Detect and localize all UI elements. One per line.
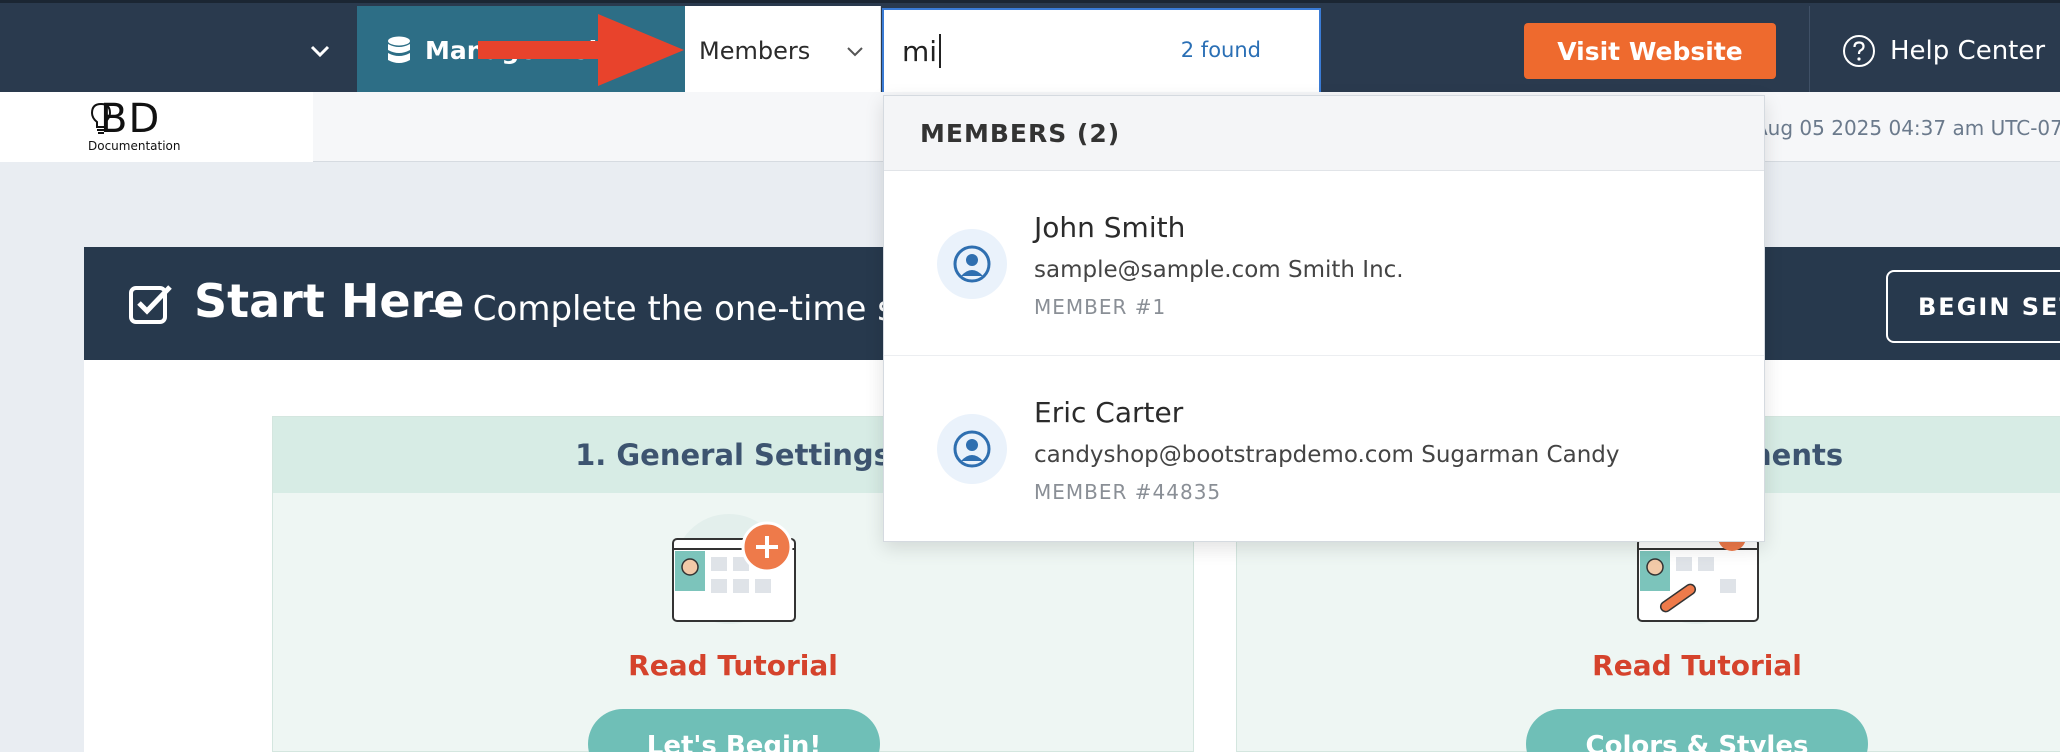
search-input-value: mi [902, 34, 938, 68]
current-datetime: Aug 05 2025 04:37 am UTC-07 [1754, 116, 2060, 140]
logo-text: BD [100, 96, 161, 142]
red-arrow-icon [478, 14, 684, 86]
search-input[interactable]: mi 2 found [882, 8, 1321, 94]
search-result-item[interactable]: Eric Carter candyshop@bootstrapdemo.com … [884, 356, 1764, 541]
text-caret [939, 34, 942, 68]
result-name: John Smith [1034, 211, 1186, 244]
help-center-link[interactable]: Help Center [1842, 31, 2045, 71]
search-scope-value: Members [699, 36, 811, 65]
search-result-count: 2 found [1180, 38, 1261, 62]
begin-setup-button[interactable]: BEGIN SET [1886, 270, 2060, 343]
user-circle-icon [953, 430, 991, 468]
top-navbar: Manage Website Members mi 2 found Visit … [0, 0, 2060, 95]
avatar [937, 414, 1007, 484]
logo-subtext: Documentation [88, 139, 181, 153]
results-group-header: MEMBERS (2) [884, 96, 1764, 171]
search-result-item[interactable]: John Smith sample@sample.com Smith Inc. … [884, 171, 1764, 356]
search-results-dropdown: MEMBERS (2) John Smith sample@sample.com… [883, 95, 1765, 542]
chevron-down-icon [847, 47, 863, 57]
user-circle-icon [953, 245, 991, 283]
lets-begin-button[interactable]: Let's Begin! [588, 709, 880, 752]
settings-illustration-icon [672, 514, 796, 624]
checkbox-checked-icon [129, 285, 172, 324]
result-member-number: MEMBER #44835 [1034, 480, 1222, 504]
read-tutorial-link[interactable]: Read Tutorial [273, 649, 1193, 682]
avatar [937, 229, 1007, 299]
database-icon [388, 36, 410, 63]
brand-logo[interactable]: BD Documentation [0, 92, 313, 162]
result-detail: sample@sample.com Smith Inc. [1034, 257, 1404, 283]
nav-divider [1809, 6, 1810, 95]
chevron-down-icon[interactable] [306, 37, 334, 65]
search-scope-select[interactable]: Members [685, 6, 881, 95]
question-circle-icon [1843, 35, 1875, 67]
result-name: Eric Carter [1034, 396, 1184, 429]
visit-website-button[interactable]: Visit Website [1524, 23, 1776, 79]
colors-styles-button[interactable]: Colors & Styles [1526, 709, 1868, 752]
read-tutorial-link[interactable]: Read Tutorial [1237, 649, 2060, 682]
result-member-number: MEMBER #1 [1034, 295, 1167, 319]
result-detail: candyshop@bootstrapdemo.com Sugarman Can… [1034, 442, 1620, 468]
help-center-label: Help Center [1890, 36, 2046, 66]
start-here-title: Start Here [194, 274, 465, 328]
start-here-subtitle: — Complete the one-time st [428, 289, 909, 329]
